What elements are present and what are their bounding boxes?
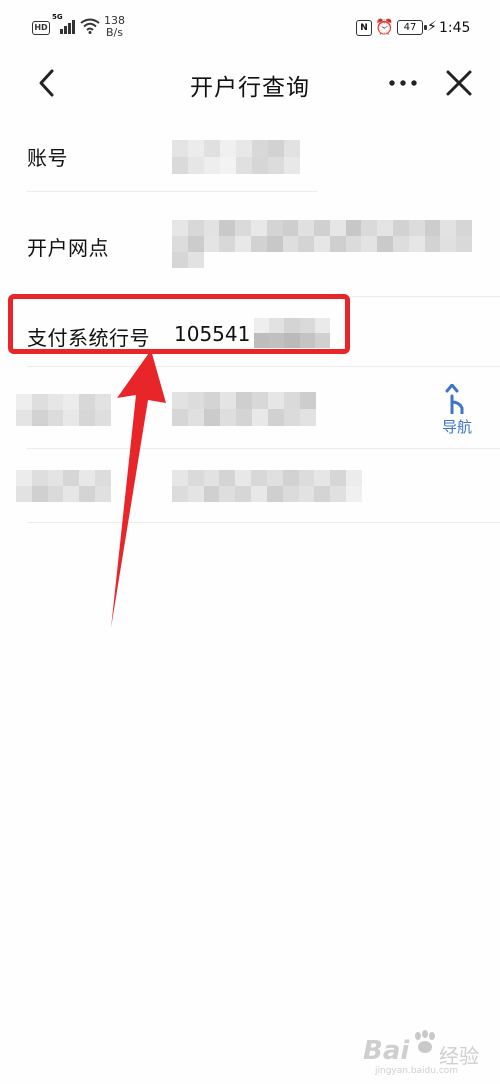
branch-value-redacted: [172, 220, 472, 268]
alarm-icon: ⏰: [375, 18, 394, 36]
signal-gen: 5G: [52, 13, 63, 21]
watermark-brand: Bai: [363, 1036, 410, 1066]
chevron-left-icon[interactable]: [30, 66, 64, 100]
net-speed: 138 B/s: [104, 15, 125, 39]
status-bar: HD 5G 138 B/s N ⏰ 47 ⚡ 1:45: [0, 0, 500, 52]
page-title: 开户行查询: [190, 75, 310, 101]
row4-label-redacted: [16, 394, 111, 426]
account-label: 账号: [27, 146, 68, 170]
branch-label: 开户网点: [27, 236, 109, 260]
nfc-icon: N: [356, 20, 372, 36]
navigate-button[interactable]: 导航: [438, 384, 476, 440]
row5-value-redacted: [172, 470, 362, 502]
account-value-redacted: [172, 140, 300, 174]
divider: [27, 448, 500, 449]
charging-icon: ⚡: [427, 19, 437, 35]
navigate-label: 导航: [441, 418, 472, 436]
watermark-brand-suffix: 经验: [439, 1044, 479, 1068]
paw-icon: [415, 1030, 435, 1053]
header: 开户行查询: [0, 52, 500, 112]
divider: [27, 366, 500, 367]
row5-label-redacted: [16, 470, 111, 502]
status-time: 1:45: [439, 20, 471, 36]
battery-icon: 47: [397, 20, 427, 35]
baidu-watermark: Bai 经验 jingyan.baidu.com: [355, 1028, 490, 1078]
wifi-icon: [80, 18, 100, 34]
close-icon[interactable]: [442, 66, 476, 100]
more-dots-icon[interactable]: [386, 66, 420, 100]
divider: [27, 522, 500, 523]
hd-icon: HD: [32, 21, 50, 35]
watermark-url: jingyan.baidu.com: [375, 1066, 459, 1076]
highlight-box: [8, 294, 350, 354]
row4-value-redacted: [172, 392, 316, 426]
turn-arrow-icon: [445, 384, 464, 414]
signal-icon: 5G: [52, 13, 75, 34]
net-speed-unit: B/s: [106, 26, 123, 39]
divider: [27, 191, 317, 192]
